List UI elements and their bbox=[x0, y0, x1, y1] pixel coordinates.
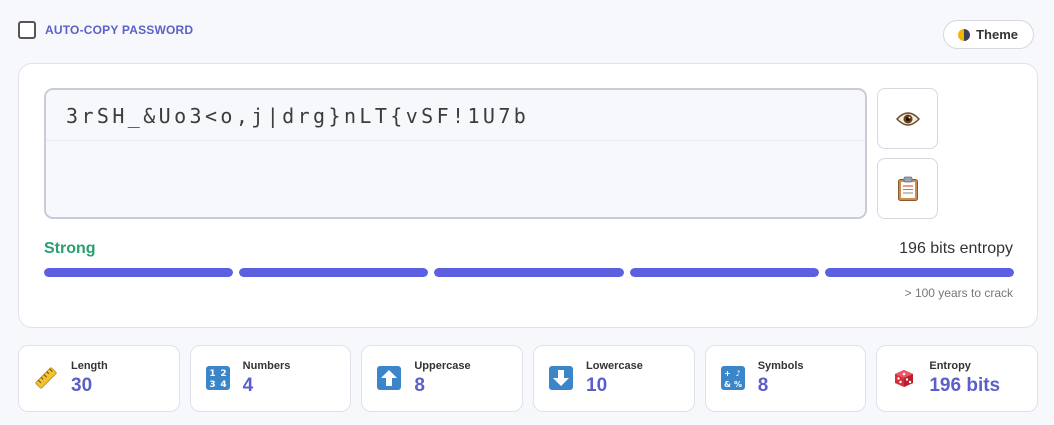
strength-segment-5 bbox=[824, 268, 1015, 277]
svg-text:♪: ♪ bbox=[735, 369, 740, 378]
strength-segment-fill bbox=[239, 268, 429, 277]
up-arrow-icon bbox=[377, 366, 402, 390]
stat-label: Symbols bbox=[757, 360, 804, 372]
password-text[interactable]: 3rSH_&Uo3<o,j|drg}nLT{vSF!1U7b bbox=[66, 104, 529, 128]
strength-segment-fill bbox=[824, 268, 1015, 277]
stat-label: Numbers bbox=[242, 360, 291, 372]
theme-button[interactable]: Theme bbox=[943, 20, 1034, 49]
stat-value: 4 bbox=[242, 375, 254, 396]
strength-segment-4 bbox=[629, 268, 819, 277]
strength-segment-1 bbox=[44, 268, 234, 277]
stat-card-entropy: Entropy 196 bits bbox=[876, 345, 1039, 412]
strength-segment-fill bbox=[44, 268, 234, 277]
numbers-icon: 1 2 3 4 bbox=[205, 366, 230, 390]
strength-meter bbox=[44, 268, 1015, 277]
svg-text:&: & bbox=[724, 380, 731, 389]
password-field[interactable]: 3rSH_&Uo3<o,j|drg}nLT{vSF!1U7b bbox=[44, 88, 867, 219]
svg-text:1: 1 bbox=[209, 369, 215, 379]
top-bar: AUTO-COPY PASSWORD Theme bbox=[18, 20, 1036, 50]
stat-value: 8 bbox=[757, 375, 769, 396]
strength-segment-3 bbox=[434, 268, 624, 277]
symbols-icon: + ♪ & % bbox=[720, 366, 745, 390]
auto-copy-label: AUTO-COPY PASSWORD bbox=[45, 23, 194, 37]
stat-value: 30 bbox=[71, 375, 93, 396]
half-moon-icon bbox=[958, 28, 971, 41]
show-password-button[interactable] bbox=[877, 88, 938, 149]
stat-label: Lowercase bbox=[586, 360, 643, 372]
stat-label: Length bbox=[71, 360, 108, 372]
auto-copy-checkbox[interactable] bbox=[18, 21, 36, 39]
stat-card-numbers: 1 2 3 4 Numbers 4 bbox=[189, 345, 352, 412]
clipboard-icon bbox=[897, 176, 918, 201]
strength-label: Strong bbox=[44, 240, 96, 257]
strength-segment-2 bbox=[239, 268, 429, 277]
down-arrow-icon bbox=[549, 366, 574, 390]
dice-icon bbox=[892, 366, 916, 390]
stat-value: 8 bbox=[414, 375, 425, 396]
strength-segment-fill bbox=[629, 268, 819, 277]
crack-time-label: > 100 years to crack bbox=[904, 286, 1013, 300]
copy-password-button[interactable] bbox=[877, 158, 938, 219]
password-card: 3rSH_&Uo3<o,j|drg}nLT{vSF!1U7b Strong 19… bbox=[18, 63, 1038, 328]
stat-value: 10 bbox=[586, 375, 608, 396]
ruler-icon bbox=[34, 366, 58, 390]
svg-text:3: 3 bbox=[209, 380, 215, 390]
theme-button-label: Theme bbox=[976, 27, 1018, 42]
stat-label: Uppercase bbox=[414, 360, 471, 372]
password-field-divider bbox=[46, 140, 865, 141]
stat-value: 196 bits bbox=[929, 375, 1001, 396]
svg-text:4: 4 bbox=[220, 380, 226, 390]
svg-text:+: + bbox=[724, 369, 731, 378]
eye-icon bbox=[895, 111, 920, 126]
stat-card-uppercase: Uppercase 8 bbox=[361, 345, 524, 412]
stat-card-lowercase: Lowercase 10 bbox=[533, 345, 695, 412]
svg-text:%: % bbox=[734, 380, 742, 389]
entropy-summary: 196 bits entropy bbox=[899, 240, 1013, 257]
stat-card-symbols: + ♪ & % Symbols 8 bbox=[704, 345, 867, 412]
strength-segment-fill bbox=[434, 268, 624, 277]
auto-copy-toggle[interactable]: AUTO-COPY PASSWORD bbox=[18, 21, 193, 39]
stat-label: Entropy bbox=[929, 360, 971, 372]
svg-text:2: 2 bbox=[220, 369, 226, 379]
stat-card-length: Length 30 bbox=[18, 345, 180, 412]
stats-row: Length 30 1 2 3 4 Numbers 4 Uppercase 8 bbox=[18, 345, 1039, 412]
